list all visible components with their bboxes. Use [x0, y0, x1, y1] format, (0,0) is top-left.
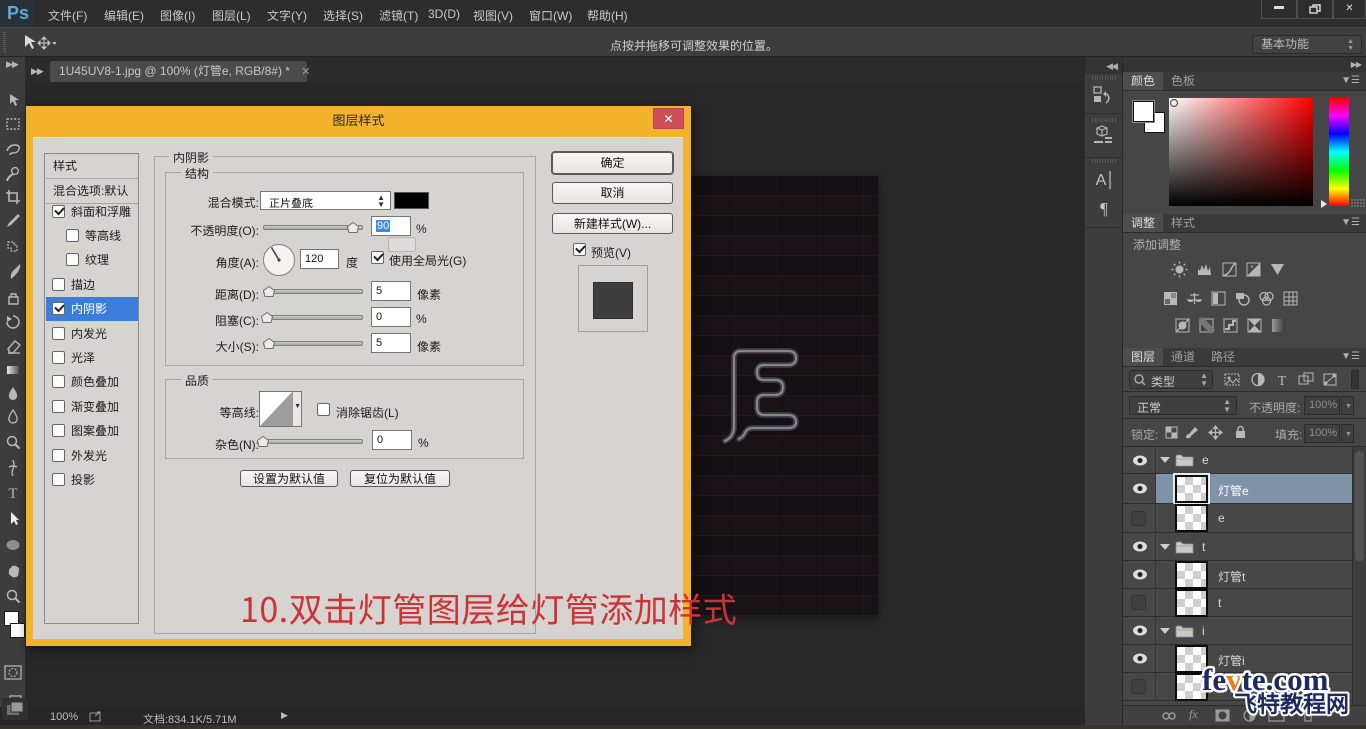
svg-text:T: T [8, 486, 17, 502]
svg-text:A: A [1096, 172, 1107, 189]
svg-text:飞特教程网: 飞特教程网 [1234, 685, 1349, 719]
svg-text:¶: ¶ [1100, 199, 1108, 218]
svg-text:T: T [1278, 374, 1287, 387]
svg-text:+: + [1250, 264, 1254, 271]
